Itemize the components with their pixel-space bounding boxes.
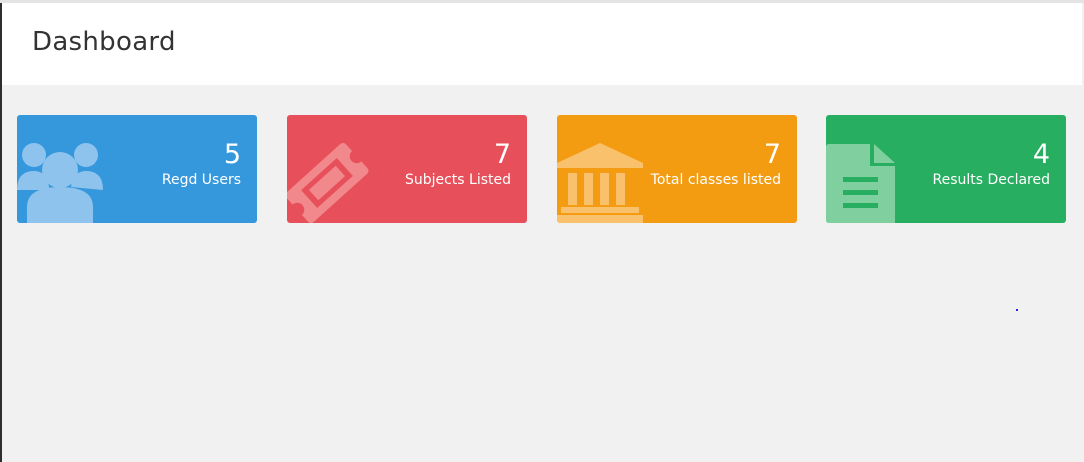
card-regd-users-label: Regd Users	[161, 172, 241, 188]
card-results-declared-value: 4	[1032, 139, 1050, 170]
page-header: Dashboard	[2, 3, 1082, 85]
ticket-icon	[287, 143, 369, 223]
page-title: Dashboard	[32, 27, 176, 57]
card-results-declared-label: Results Declared	[932, 172, 1050, 188]
card-total-classes-value: 7	[763, 139, 781, 170]
card-subjects-listed-label: Subjects Listed	[404, 172, 511, 188]
users-icon	[17, 143, 103, 223]
bank-icon	[557, 143, 643, 223]
card-total-classes-label: Total classes listed	[650, 172, 781, 188]
card-regd-users-value: 5	[223, 139, 241, 170]
card-subjects-listed-value: 7	[493, 139, 511, 170]
card-total-classes[interactable]: 7 Total classes listed	[557, 115, 797, 223]
card-results-declared[interactable]: 4 Results Declared	[826, 115, 1066, 223]
stray-pixel	[1016, 309, 1018, 311]
file-text-icon	[826, 144, 895, 223]
card-subjects-listed[interactable]: 7 Subjects Listed	[287, 115, 527, 223]
card-regd-users[interactable]: 5 Regd Users	[17, 115, 257, 223]
